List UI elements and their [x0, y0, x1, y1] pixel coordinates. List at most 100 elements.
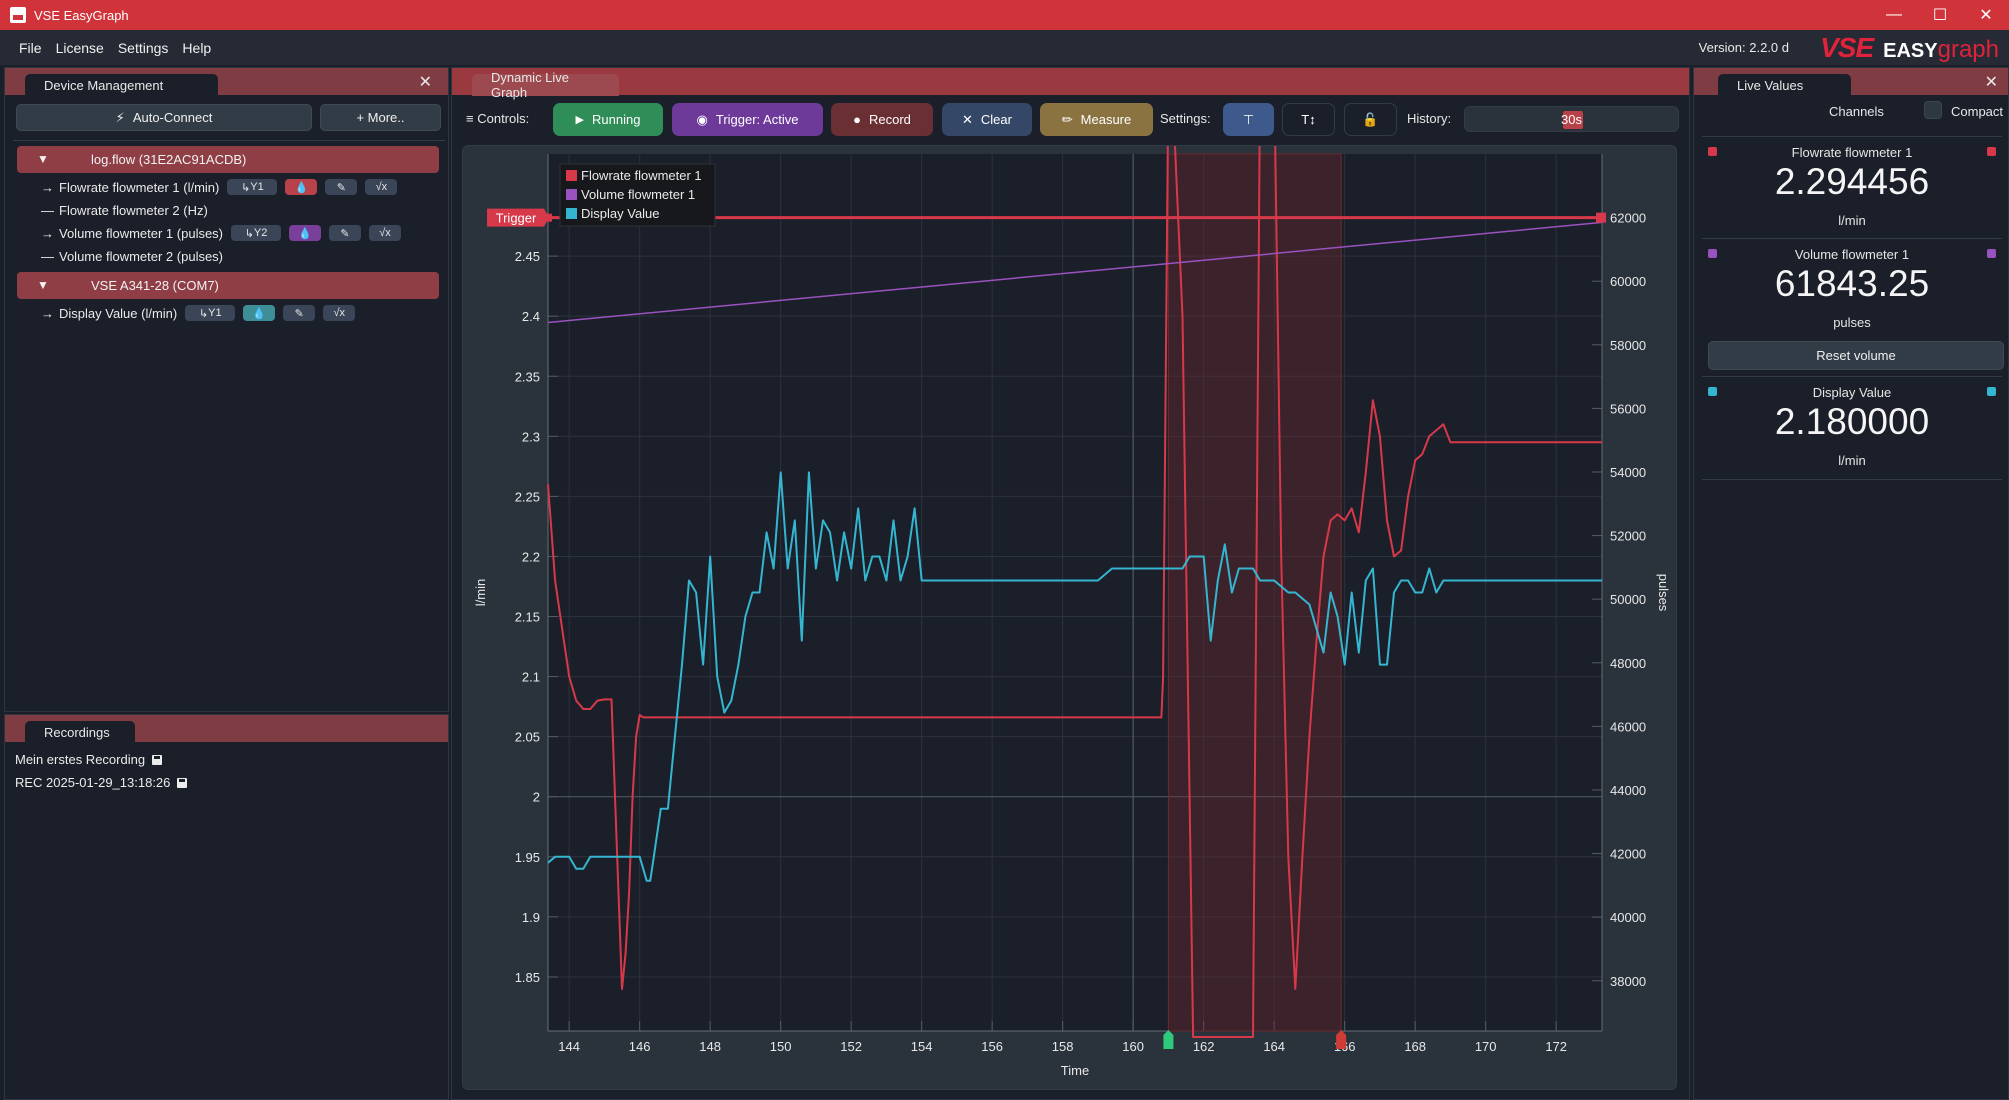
channel-item[interactable]: — Volume flowmeter 2 (pulses): [41, 246, 223, 266]
clear-button[interactable]: ✕ Clear: [942, 103, 1032, 136]
color-drop-icon[interactable]: 💧: [285, 179, 318, 195]
auto-scale-x-button[interactable]: ⊤: [1223, 103, 1274, 136]
compact-label: Compact: [1951, 104, 2004, 119]
y-tick-label: 2.3: [522, 429, 540, 444]
save-icon[interactable]: [177, 777, 188, 788]
device-row-logflow[interactable]: ▼ log.flow (31E2AC91ACDB): [17, 146, 439, 173]
axis-y1-button[interactable]: ↳ Y1: [185, 305, 236, 321]
channel-item[interactable]: → Flowrate flowmeter 1 (l/min) ↳ Y1 💧 ✎ …: [41, 177, 398, 197]
color-drop-icon[interactable]: 💧: [289, 225, 322, 241]
measure-start-marker: [1163, 1030, 1174, 1049]
device-row-a341[interactable]: ▼ VSE A341-28 (COM7): [17, 272, 439, 299]
channel-label: Flowrate flowmeter 2 (Hz): [59, 202, 208, 218]
arrow-right-icon: →: [41, 179, 54, 195]
y2-tick-label: 46000: [1610, 719, 1646, 734]
collapse-triangle-icon[interactable]: ▼: [37, 152, 49, 166]
auto-scale-y-button[interactable]: T↕: [1282, 103, 1335, 136]
settings-label: Settings:: [1160, 111, 1211, 126]
color-drop-icon[interactable]: 💧: [243, 305, 276, 321]
live-values-panel: Live Values ✕ Channels Compact Flowrate …: [1693, 67, 2009, 1100]
y-tick-label: 2.35: [515, 369, 540, 384]
x-tick-label: 148: [699, 1039, 721, 1054]
channel-label: Volume flowmeter 2 (pulses): [59, 248, 224, 264]
x-tick-label: 154: [911, 1039, 933, 1054]
recording-label: REC 2025-01-29_13:18:26: [15, 775, 171, 790]
live-value-unit: pulses: [1833, 315, 1871, 330]
channel-label: Volume flowmeter 1 (pulses): [59, 225, 224, 241]
y-axis-label: l/min: [473, 579, 488, 606]
eye-icon: ◉: [696, 111, 708, 127]
measure-button[interactable]: ✏ Measure: [1040, 103, 1153, 136]
edit-pencil-icon[interactable]: ✎: [329, 225, 362, 241]
close-icon[interactable]: ✕: [419, 72, 432, 92]
tab-recordings[interactable]: Recordings: [25, 721, 135, 743]
x-icon: ✕: [962, 111, 973, 127]
menu-settings[interactable]: Settings: [118, 40, 169, 56]
legend-swatch: [566, 170, 577, 181]
minimize-button[interactable]: —: [1871, 0, 1917, 30]
measure-end-marker: [1336, 1030, 1347, 1049]
device-name: log.flow (31E2AC91ACDB): [91, 152, 247, 167]
live-value-unit: l/min: [1838, 453, 1866, 468]
close-icon[interactable]: ✕: [1985, 72, 1998, 92]
x-tick-label: 160: [1122, 1039, 1144, 1054]
axis-label: Y2: [253, 227, 268, 239]
x-tick-label: 172: [1545, 1039, 1567, 1054]
recording-item[interactable]: REC 2025-01-29_13:18:26: [15, 775, 188, 790]
logo-vse: VSE: [1820, 32, 1874, 63]
channel-item[interactable]: → Display Value (l/min) ↳ Y1 💧 ✎ √x: [41, 303, 356, 323]
channel-label: Display Value (l/min): [59, 305, 178, 321]
window-title: VSE EasyGraph: [34, 7, 129, 23]
edit-pencil-icon[interactable]: ✎: [283, 305, 316, 321]
recordings-panel: Recordings Mein erstes Recording REC 202…: [4, 714, 449, 1100]
y2-tick-label: 44000: [1610, 783, 1646, 798]
lock-button[interactable]: 🔓: [1344, 103, 1397, 136]
record-button[interactable]: ● Record: [831, 103, 933, 136]
axis-y1-button[interactable]: ↳ Y1: [227, 179, 278, 195]
compact-checkbox[interactable]: [1924, 101, 1942, 119]
logo-easy: EASY: [1883, 40, 1938, 62]
channel-item[interactable]: → Volume flowmeter 1 (pulses) ↳ Y2 💧 ✎ √…: [41, 223, 402, 243]
x-tick-label: 162: [1193, 1039, 1215, 1054]
recording-item[interactable]: Mein erstes Recording: [15, 752, 163, 767]
arrow-right-icon: →: [41, 305, 54, 321]
trigger-button[interactable]: ◉ Trigger: Active: [672, 103, 823, 136]
tab-device-management[interactable]: Device Management: [25, 74, 218, 96]
y2-tick-label: 52000: [1610, 529, 1646, 544]
channels-label: Channels: [1829, 104, 1884, 119]
auto-connect-button[interactable]: ⚡ Auto-Connect: [16, 104, 312, 131]
running-button[interactable]: ▶ Running: [553, 103, 663, 136]
x-tick-label: 152: [840, 1039, 862, 1054]
tab-dynamic-live-graph[interactable]: Dynamic Live Graph: [472, 70, 619, 100]
trigger-label: Trigger: Active: [715, 112, 799, 127]
history-slider[interactable]: 30s: [1464, 106, 1679, 132]
formula-sqrt-icon[interactable]: √x: [369, 225, 402, 241]
channel-item[interactable]: — Flowrate flowmeter 2 (Hz): [41, 200, 208, 220]
save-icon[interactable]: [152, 754, 163, 765]
more-button[interactable]: + More..: [320, 104, 441, 131]
collapse-triangle-icon[interactable]: ▼: [37, 278, 49, 292]
history-value: 30s: [1561, 112, 1582, 127]
formula-sqrt-icon[interactable]: √x: [365, 179, 398, 195]
y2-axis-label: pulses: [1656, 574, 1671, 612]
menu-license[interactable]: License: [56, 40, 104, 56]
menu-help[interactable]: Help: [182, 40, 211, 56]
tab-live-values[interactable]: Live Values: [1718, 74, 1851, 96]
play-icon: ▶: [575, 114, 585, 126]
x-tick-label: 164: [1263, 1039, 1285, 1054]
auto-connect-label: Auto-Connect: [132, 110, 213, 125]
menu-file[interactable]: File: [19, 40, 42, 56]
unlock-icon: 🔓: [1362, 111, 1379, 127]
plug-icon: ⚡: [115, 109, 125, 125]
live-value-number: 2.180000: [1774, 401, 1930, 442]
maximize-button[interactable]: ☐: [1917, 0, 1963, 30]
axis-y2-button[interactable]: ↳ Y2: [231, 225, 282, 241]
chart-svg[interactable]: 1441461481501521541561581601621641661681…: [463, 74, 1678, 1091]
formula-sqrt-icon[interactable]: √x: [323, 305, 356, 321]
edit-pencil-icon[interactable]: ✎: [325, 179, 358, 195]
version-label: Version: 2.2.0 d: [1698, 40, 1789, 55]
y-tick-label: 1.95: [515, 850, 540, 865]
close-window-button[interactable]: ✕: [1963, 0, 2009, 30]
live-value-number: 61843.25: [1774, 263, 1930, 304]
reset-volume-button[interactable]: Reset volume: [1708, 341, 2004, 370]
